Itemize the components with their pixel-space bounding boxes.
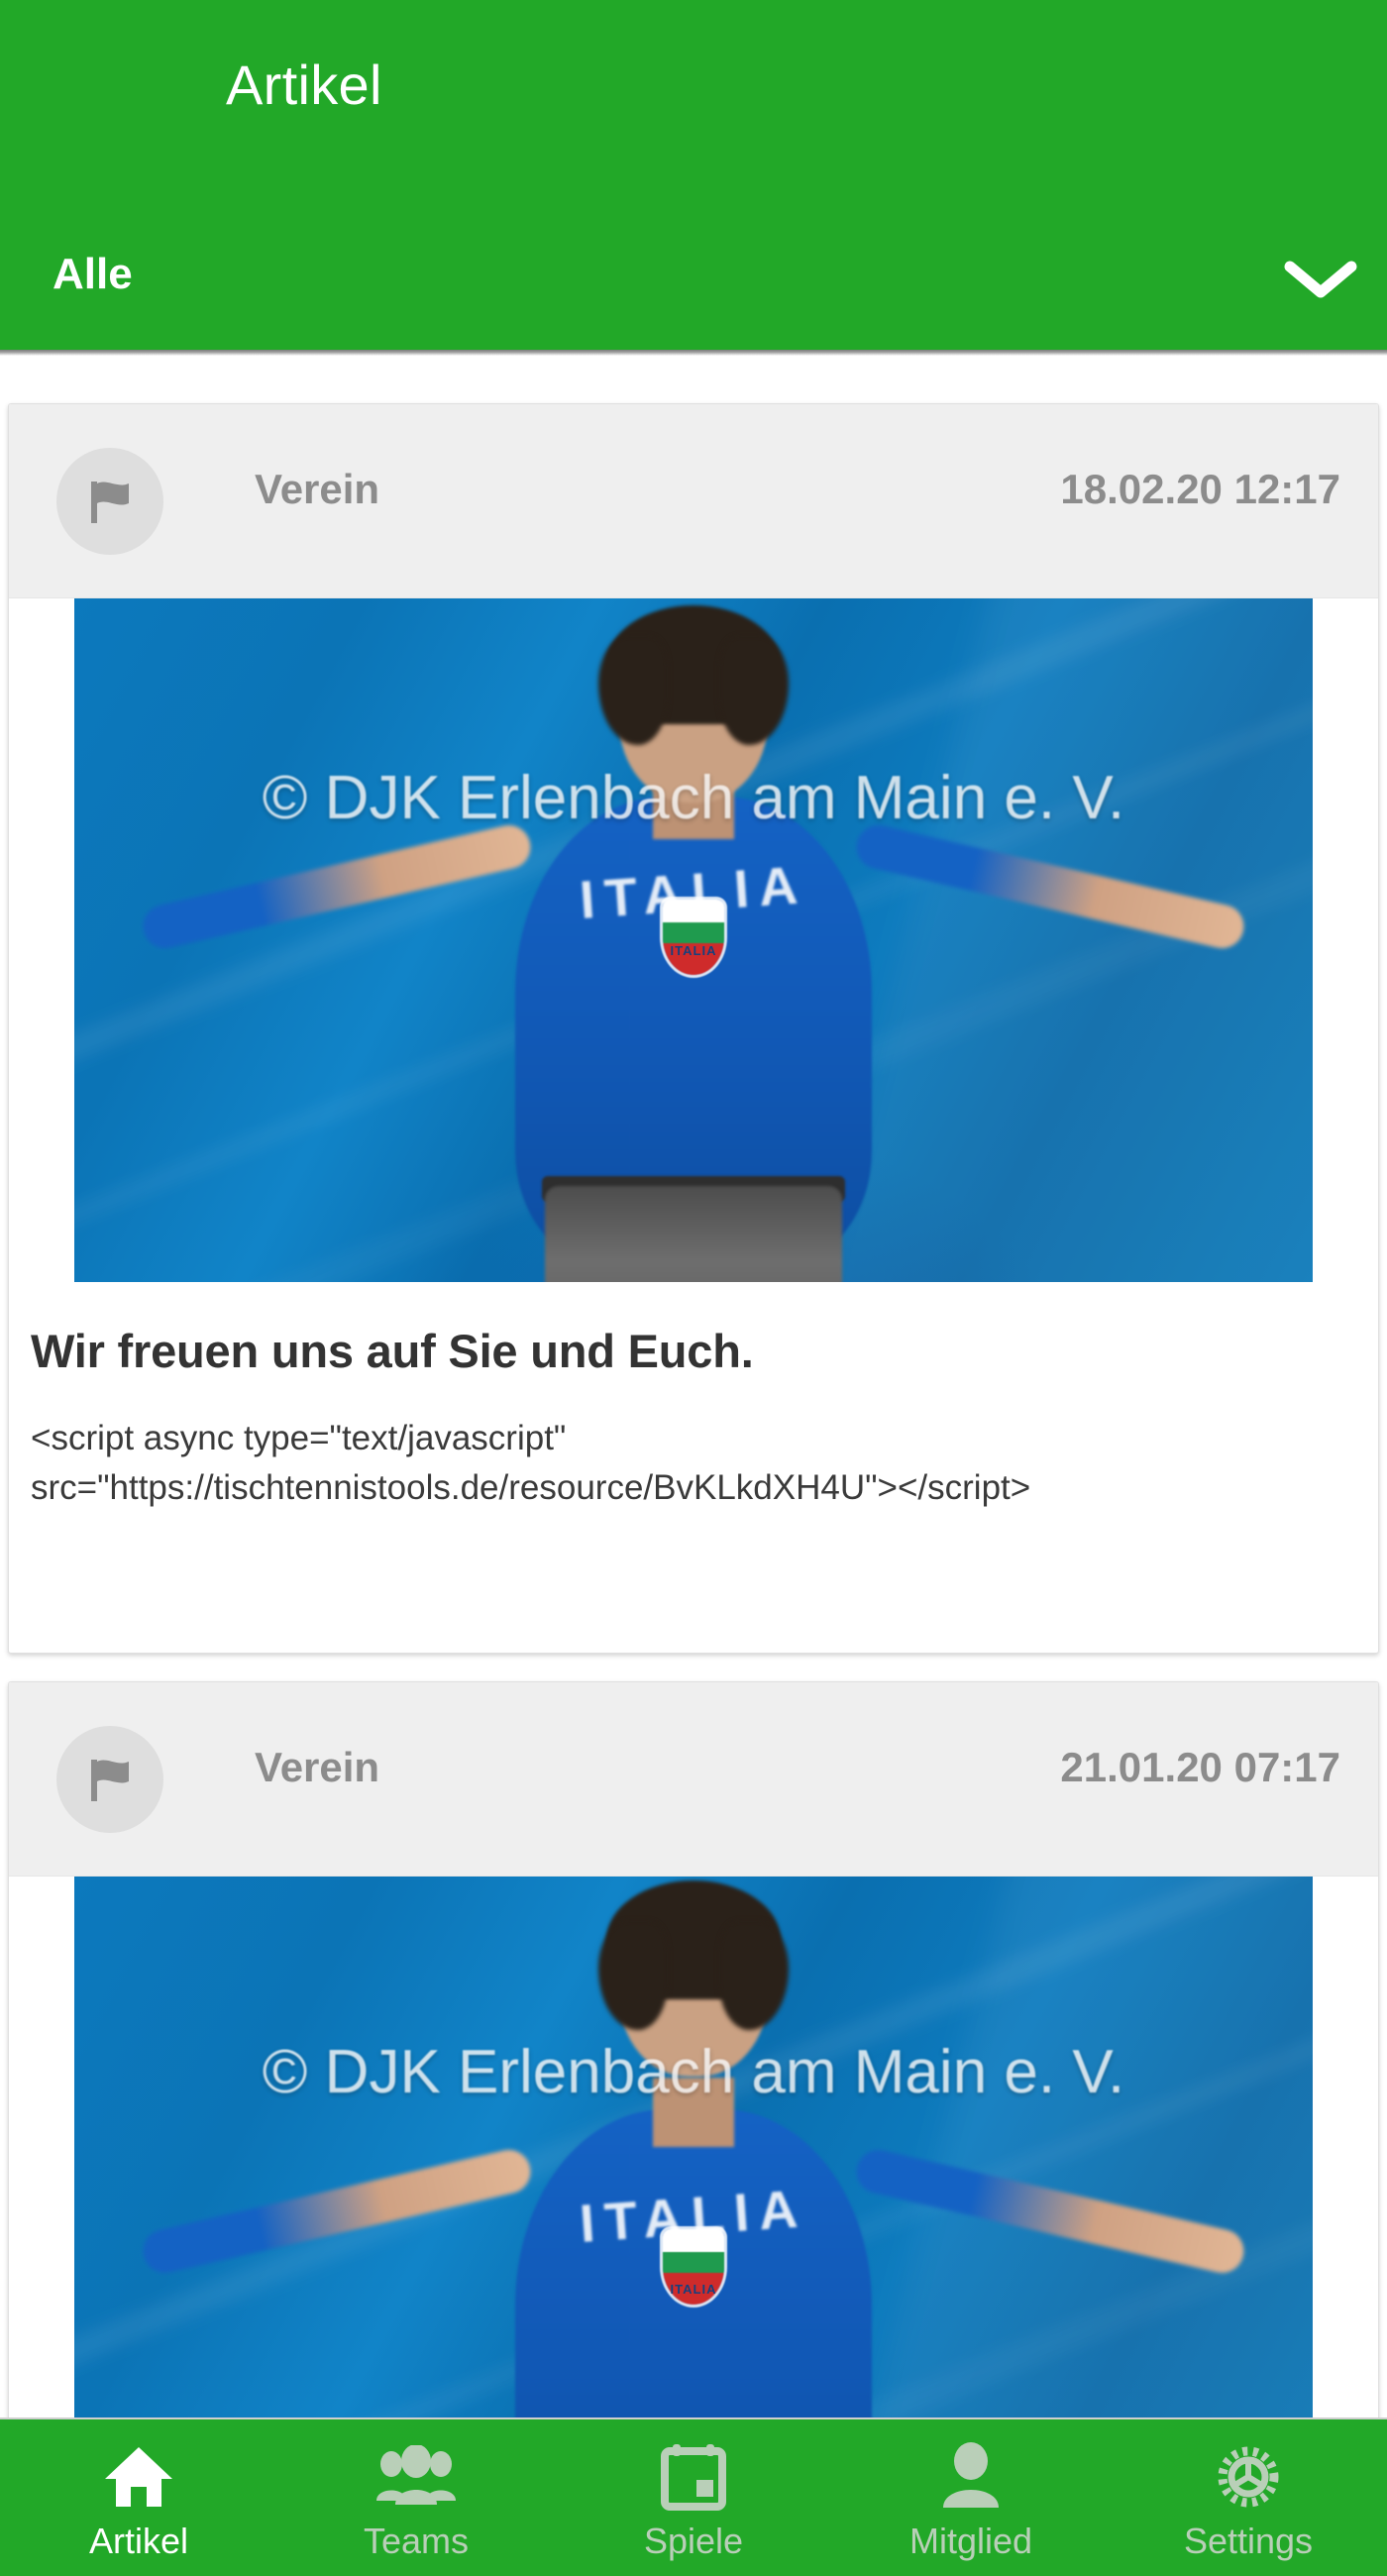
article-date: 21.01.20 07:17 [1060, 1744, 1340, 1790]
article-card[interactable]: Verein 18.02.20 12:17 ITALIA ITALIA © DJ… [8, 403, 1379, 1654]
nav-tab-label: Settings [1183, 2521, 1314, 2561]
jersey-crest-text: ITALIA [670, 943, 717, 959]
figure-hair-side-right [719, 635, 789, 745]
article-card-body: ITALIA ITALIA © DJK Erlenbach am Main e.… [9, 598, 1378, 1513]
app-bar: Artikel Alle [0, 0, 1387, 350]
nav-tab-mitglied[interactable]: Mitglied [832, 2419, 1110, 2576]
home-icon [102, 2439, 175, 2515]
image-watermark: © DJK Erlenbach am Main e. V. [262, 2038, 1125, 2106]
avatar [56, 448, 163, 555]
app-root: Artikel Alle Verein 18.02.20 12:17 ITALI… [0, 0, 1387, 2576]
article-date: 18.02.20 12:17 [1060, 466, 1340, 512]
article-author: Verein [255, 466, 380, 512]
group-icon [374, 2439, 458, 2515]
nav-tab-label: Teams [363, 2521, 470, 2561]
nav-tab-teams[interactable]: Teams [277, 2419, 555, 2576]
article-image-photo: ITALIA ITALIA © DJK Erlenbach am Main e.… [74, 1877, 1313, 2417]
article-body-text: <script async type="text/javascript" src… [31, 1419, 1031, 1508]
nav-tab-artikel[interactable]: Artikel [0, 2419, 277, 2576]
article-card-body: ITALIA ITALIA © DJK Erlenbach am Main e.… [9, 1877, 1378, 2417]
bottom-navigation: Artikel Teams Spiele Mitglied Settings [0, 2417, 1387, 2576]
person-icon [939, 2439, 1003, 2515]
avatar [56, 1726, 163, 1833]
page-title: Artikel [226, 54, 382, 116]
jersey-crest-text: ITALIA [670, 2282, 717, 2298]
gear-icon [1213, 2439, 1284, 2515]
nav-tab-settings[interactable]: Settings [1110, 2419, 1387, 2576]
figure-hair-side-right [719, 1920, 789, 2030]
article-image-photo: ITALIA ITALIA © DJK Erlenbach am Main e.… [74, 598, 1313, 1282]
article-image[interactable]: ITALIA ITALIA © DJK Erlenbach am Main e.… [74, 598, 1313, 1282]
nav-tab-label: Mitglied [908, 2521, 1033, 2561]
flag-icon [85, 1754, 135, 1805]
figure-shorts [545, 1186, 842, 1282]
article-image[interactable]: ITALIA ITALIA © DJK Erlenbach am Main e.… [74, 1877, 1313, 2417]
figure-hair-side-left [598, 635, 668, 745]
filter-selected-value: Alle [53, 250, 133, 298]
article-feed[interactable]: Verein 18.02.20 12:17 ITALIA ITALIA © DJ… [0, 356, 1387, 2417]
nav-tab-label: Artikel [88, 2521, 189, 2561]
figure-hair-side-left [598, 1920, 668, 2030]
article-title: Wir freuen uns auf Sie und Euch. [31, 1325, 754, 1377]
filter-dropdown[interactable]: Alle [0, 228, 1387, 337]
article-card-header: Verein 21.01.20 07:17 [9, 1682, 1378, 1877]
image-watermark: © DJK Erlenbach am Main e. V. [262, 763, 1125, 832]
nav-tab-label: Spiele [643, 2521, 744, 2561]
article-card[interactable]: Verein 21.01.20 07:17 ITALIA ITALIA © DJ… [8, 1681, 1379, 2417]
chevron-down-icon[interactable] [1276, 246, 1365, 315]
article-card-header: Verein 18.02.20 12:17 [9, 404, 1378, 598]
flag-icon [85, 476, 135, 527]
calendar-icon [661, 2439, 726, 2515]
nav-tab-spiele[interactable]: Spiele [555, 2419, 832, 2576]
article-author: Verein [255, 1744, 380, 1790]
jersey-crest-icon [663, 899, 724, 975]
